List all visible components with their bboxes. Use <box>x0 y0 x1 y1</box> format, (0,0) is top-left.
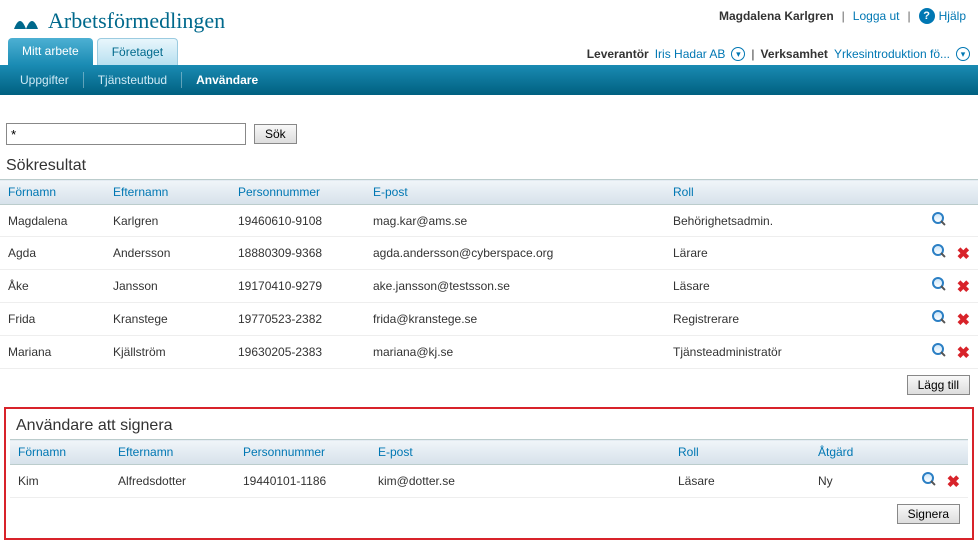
cell-epost: mariana@kj.se <box>365 336 665 369</box>
view-icon[interactable] <box>931 309 947 325</box>
subnav-tjansteutbud[interactable]: Tjänsteutbud <box>84 73 181 87</box>
sign-table: Förnamn Efternamn Personnummer E-post Ro… <box>10 439 968 498</box>
cell-fornamn: Frida <box>0 303 105 336</box>
user-name: Magdalena Karlgren <box>719 9 834 23</box>
context-bar: Leverantör Iris Hadar AB ▾ | Verksamhet … <box>587 47 970 65</box>
verksamhet-value[interactable]: Yrkesintroduktion fö... <box>834 47 950 61</box>
view-icon[interactable] <box>921 471 937 487</box>
chevron-down-icon[interactable]: ▾ <box>731 47 745 61</box>
cell-roll: Tjänsteadministratör <box>665 336 815 369</box>
help-icon[interactable]: ? <box>919 8 935 24</box>
cell-roll: Registrerare <box>665 303 815 336</box>
help-link[interactable]: Hjälp <box>939 9 966 23</box>
table-row: MarianaKjällström19630205-2383mariana@kj… <box>0 336 978 369</box>
tab-foretaget[interactable]: Företaget <box>97 38 178 65</box>
cell-epost: ake.jansson@testsson.se <box>365 270 665 303</box>
search-input[interactable] <box>6 123 246 145</box>
results-table: Förnamn Efternamn Personnummer E-post Ro… <box>0 179 978 369</box>
tab-mitt-arbete[interactable]: Mitt arbete <box>8 38 93 65</box>
cell-atgard: Ny <box>810 465 887 498</box>
chevron-down-icon[interactable]: ▾ <box>956 47 970 61</box>
cell-epost: agda.andersson@cyberspace.org <box>365 237 665 270</box>
view-icon[interactable] <box>931 243 947 259</box>
cell-personnummer: 19170410-9279 <box>230 270 365 303</box>
cell-roll: Läsare <box>665 270 815 303</box>
cell-fornamn: Kim <box>10 465 110 498</box>
delete-icon[interactable]: ✖ <box>954 247 970 263</box>
brand-icon <box>12 11 40 31</box>
sub-navigation: Uppgifter Tjänsteutbud Användare <box>0 65 978 95</box>
cell-efternamn: Alfredsdotter <box>110 465 235 498</box>
col-epost[interactable]: E-post <box>370 440 670 465</box>
subnav-uppgifter[interactable]: Uppgifter <box>6 73 83 87</box>
cell-personnummer: 19440101-1186 <box>235 465 370 498</box>
cell-efternamn: Kjällström <box>105 336 230 369</box>
search-button[interactable]: Sök <box>254 124 297 144</box>
col-roll[interactable]: Roll <box>670 440 810 465</box>
col-atgard[interactable]: Åtgärd <box>810 440 887 465</box>
delete-icon[interactable]: ✖ <box>944 475 960 491</box>
cell-efternamn: Jansson <box>105 270 230 303</box>
logout-link[interactable]: Logga ut <box>853 9 900 23</box>
leverantor-label: Leverantör <box>587 47 649 61</box>
sign-section: Användare att signera Förnamn Efternamn … <box>4 407 974 540</box>
cell-personnummer: 18880309-9368 <box>230 237 365 270</box>
cell-roll: Läsare <box>670 465 810 498</box>
cell-efternamn: Karlgren <box>105 205 230 237</box>
cell-epost: frida@kranstege.se <box>365 303 665 336</box>
leverantor-value[interactable]: Iris Hadar AB <box>655 47 726 61</box>
subnav-anvandare[interactable]: Användare <box>182 73 272 87</box>
table-row: ÅkeJansson19170410-9279ake.jansson@tests… <box>0 270 978 303</box>
cell-personnummer: 19630205-2383 <box>230 336 365 369</box>
cell-personnummer: 19770523-2382 <box>230 303 365 336</box>
cell-fornamn: Mariana <box>0 336 105 369</box>
user-bar: Magdalena Karlgren | Logga ut | ? Hjälp <box>719 8 966 24</box>
sign-title: Användare att signera <box>10 413 968 439</box>
col-personnummer[interactable]: Personnummer <box>230 180 365 205</box>
add-button[interactable]: Lägg till <box>907 375 970 395</box>
delete-icon[interactable]: ✖ <box>954 313 970 329</box>
cell-efternamn: Kranstege <box>105 303 230 336</box>
col-efternamn[interactable]: Efternamn <box>105 180 230 205</box>
brand-text: Arbetsförmedlingen <box>48 8 225 34</box>
delete-icon[interactable]: ✖ <box>954 280 970 296</box>
view-icon[interactable] <box>931 276 947 292</box>
delete-icon[interactable]: ✖ <box>954 346 970 362</box>
view-icon[interactable] <box>931 342 947 358</box>
results-title: Sökresultat <box>0 153 978 179</box>
brand-logo: Arbetsförmedlingen <box>12 8 225 34</box>
col-roll[interactable]: Roll <box>665 180 815 205</box>
table-row: FridaKranstege19770523-2382frida@kranste… <box>0 303 978 336</box>
col-fornamn[interactable]: Förnamn <box>10 440 110 465</box>
table-row: KimAlfredsdotter19440101-1186kim@dotter.… <box>10 465 968 498</box>
cell-roll: Behörighetsadmin. <box>665 205 815 237</box>
cell-roll: Lärare <box>665 237 815 270</box>
cell-fornamn: Åke <box>0 270 105 303</box>
cell-fornamn: Agda <box>0 237 105 270</box>
table-row: AgdaAndersson18880309-9368agda.andersson… <box>0 237 978 270</box>
col-efternamn[interactable]: Efternamn <box>110 440 235 465</box>
view-icon[interactable] <box>931 211 947 227</box>
col-epost[interactable]: E-post <box>365 180 665 205</box>
cell-epost: kim@dotter.se <box>370 465 670 498</box>
cell-personnummer: 19460610-9108 <box>230 205 365 237</box>
col-fornamn[interactable]: Förnamn <box>0 180 105 205</box>
table-row: MagdalenaKarlgren19460610-9108mag.kar@am… <box>0 205 978 237</box>
col-personnummer[interactable]: Personnummer <box>235 440 370 465</box>
verksamhet-label: Verksamhet <box>761 47 828 61</box>
cell-epost: mag.kar@ams.se <box>365 205 665 237</box>
sign-button[interactable]: Signera <box>897 504 960 524</box>
cell-fornamn: Magdalena <box>0 205 105 237</box>
cell-efternamn: Andersson <box>105 237 230 270</box>
